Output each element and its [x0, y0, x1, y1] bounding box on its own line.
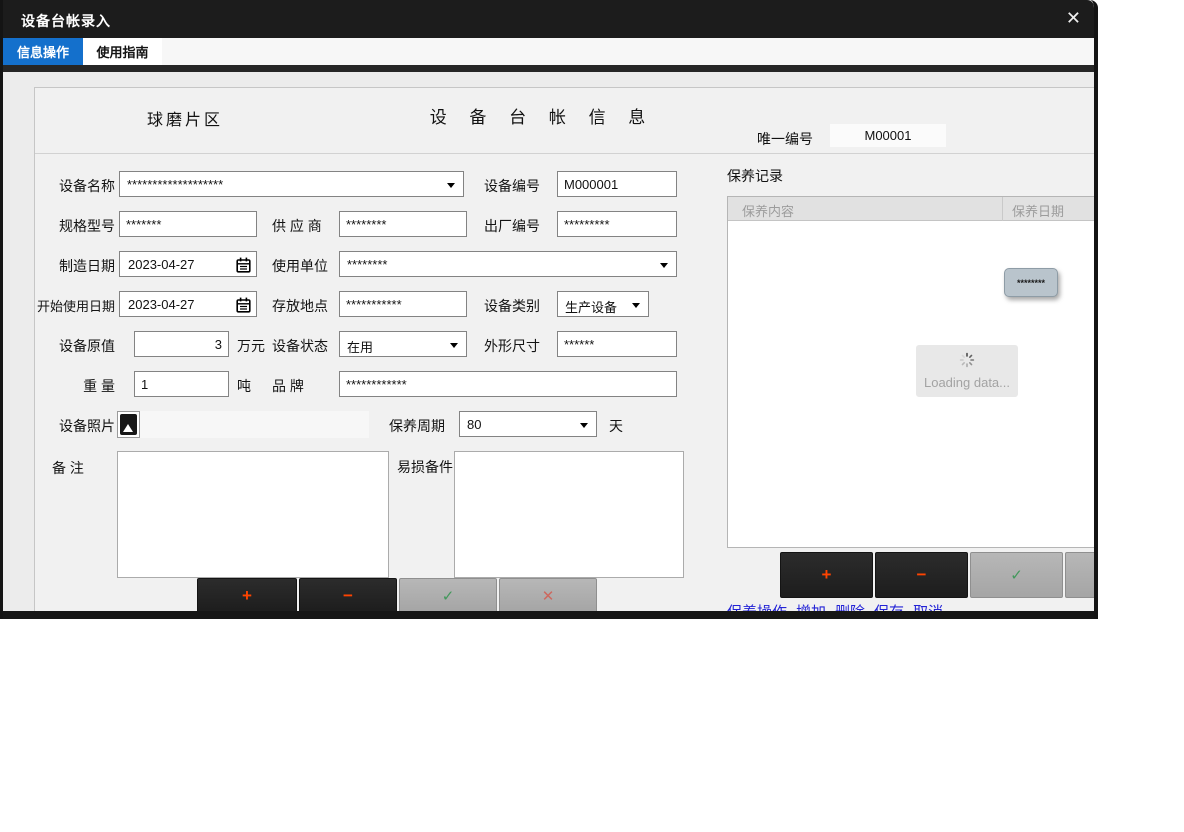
loading-text: Loading data...	[916, 375, 1018, 390]
column-content: 保养内容	[742, 201, 794, 220]
maintenance-table[interactable]: 保养内容 保养日期	[727, 196, 1098, 548]
original-value-unit: 万元	[237, 336, 265, 356]
check-icon: ✓	[442, 587, 455, 605]
form-confirm-button[interactable]: ✓	[399, 578, 497, 612]
device-category-value: 生产设备	[565, 297, 617, 316]
maintenance-cycle-value: 80	[467, 417, 481, 432]
chevron-down-icon	[447, 183, 455, 188]
tooltip: ********	[1004, 268, 1058, 297]
close-icon[interactable]: ✕	[1066, 8, 1081, 28]
maintenance-cancel-button[interactable]	[1065, 552, 1098, 598]
device-no-label: 设备编号	[484, 176, 549, 196]
tab-user-guide[interactable]: 使用指南	[83, 38, 162, 65]
weight-unit: 吨	[237, 376, 251, 396]
chevron-down-icon	[632, 303, 640, 308]
device-category-combobox[interactable]: 生产设备	[557, 291, 649, 317]
storage-location-label: 存放地点	[272, 296, 338, 316]
device-no-input[interactable]	[557, 171, 677, 197]
device-status-value: 在用	[347, 337, 373, 356]
area-name: 球磨片区	[147, 106, 223, 130]
calendar-icon	[236, 297, 251, 318]
panel-header: 球磨片区 设 备 台 帐 信 息 唯一编号 M00001	[35, 88, 1098, 154]
loading-panel: Loading data...	[916, 345, 1018, 397]
using-unit-value: ********	[347, 257, 387, 272]
column-divider	[1002, 197, 1003, 221]
unique-id-label: 唯一编号	[757, 129, 813, 149]
maintenance-cycle-combobox[interactable]: 80	[459, 411, 597, 437]
brand-input[interactable]	[339, 371, 677, 397]
device-photo-thumbnail[interactable]	[117, 411, 140, 438]
device-name-label: 设备名称	[35, 176, 115, 196]
device-status-label: 设备状态	[272, 336, 338, 356]
device-name-value: *******************	[127, 177, 223, 192]
tab-bar: 信息操作 使用指南	[3, 38, 1094, 65]
device-photo-area[interactable]	[117, 411, 369, 438]
unique-id-value: M00001	[830, 124, 946, 147]
maintenance-add-button[interactable]: +	[780, 552, 873, 598]
maintenance-remove-button[interactable]: −	[875, 552, 968, 598]
form-cancel-button[interactable]: ✕	[499, 578, 597, 612]
wearing-parts-label: 易损备件	[397, 457, 453, 477]
cross-icon: ✕	[542, 587, 555, 605]
form-remove-button[interactable]: −	[299, 578, 397, 612]
tab-underline	[3, 65, 1094, 72]
original-value-label: 设备原值	[35, 336, 115, 356]
maintenance-confirm-button[interactable]: ✓	[970, 552, 1063, 598]
chevron-down-icon	[660, 263, 668, 268]
start-date-value: 2023-04-27	[128, 297, 195, 312]
minus-icon: −	[343, 586, 353, 606]
device-category-label: 设备类别	[484, 296, 549, 316]
spec-model-label: 规格型号	[35, 216, 115, 236]
title-bar: 设备台帐录入 ✕	[3, 0, 1094, 38]
device-status-combobox[interactable]: 在用	[339, 331, 467, 357]
weight-label: 重 量	[35, 376, 115, 396]
minus-icon: −	[917, 565, 927, 585]
spinner-icon	[916, 352, 1018, 373]
chevron-down-icon	[580, 423, 588, 428]
chevron-down-icon	[450, 343, 458, 348]
remarks-label: 备 注	[52, 458, 84, 478]
manufacture-date-value: 2023-04-27	[128, 257, 195, 272]
wearing-parts-textarea[interactable]	[454, 451, 684, 578]
spec-model-input[interactable]	[119, 211, 257, 237]
manufacture-date-picker[interactable]: 2023-04-27	[119, 251, 257, 277]
form-title: 设 备 台 帐 信 息	[425, 103, 659, 128]
check-icon: ✓	[1010, 566, 1023, 584]
weight-input[interactable]	[134, 371, 229, 397]
column-date: 保养日期	[1012, 201, 1064, 220]
using-unit-label: 使用单位	[272, 256, 338, 276]
start-date-label: 开始使用日期	[35, 296, 115, 315]
storage-location-input[interactable]	[339, 291, 467, 317]
start-date-picker[interactable]: 2023-04-27	[119, 291, 257, 317]
maintenance-cycle-unit: 天	[609, 416, 623, 436]
device-name-combobox[interactable]: *******************	[119, 171, 464, 197]
using-unit-combobox[interactable]: ********	[339, 251, 677, 277]
device-photo-label: 设备照片	[35, 416, 115, 436]
original-value-input[interactable]	[134, 331, 229, 357]
broken-image-icon	[120, 414, 137, 435]
factory-no-input[interactable]	[557, 211, 677, 237]
manufacture-date-label: 制造日期	[35, 256, 115, 276]
equipment-entry-window: 设备台帐录入 ✕ 信息操作 使用指南 球磨片区 设 备 台 帐 信 息 唯一编号…	[0, 0, 1098, 619]
plus-icon: +	[242, 586, 252, 606]
window-bottom-edge	[3, 611, 1094, 619]
supplier-input[interactable]	[339, 211, 467, 237]
maintenance-section-title: 保养记录	[727, 166, 783, 186]
plus-icon: +	[822, 565, 832, 585]
dimensions-label: 外形尺寸	[484, 336, 549, 356]
remarks-textarea[interactable]	[117, 451, 389, 578]
form-panel: 球磨片区 设 备 台 帐 信 息 唯一编号 M00001 设备名称 ******…	[34, 87, 1098, 612]
calendar-icon	[236, 257, 251, 278]
tab-info-operation[interactable]: 信息操作	[3, 38, 83, 65]
form-add-button[interactable]: +	[197, 578, 297, 612]
factory-no-label: 出厂编号	[484, 216, 549, 236]
maintenance-cycle-label: 保养周期	[389, 416, 445, 436]
supplier-label: 供 应 商	[272, 216, 338, 236]
maintenance-table-header: 保养内容 保养日期	[728, 197, 1098, 221]
dimensions-input[interactable]	[557, 331, 677, 357]
brand-label: 品 牌	[272, 376, 338, 396]
window-title: 设备台帐录入	[21, 11, 111, 31]
